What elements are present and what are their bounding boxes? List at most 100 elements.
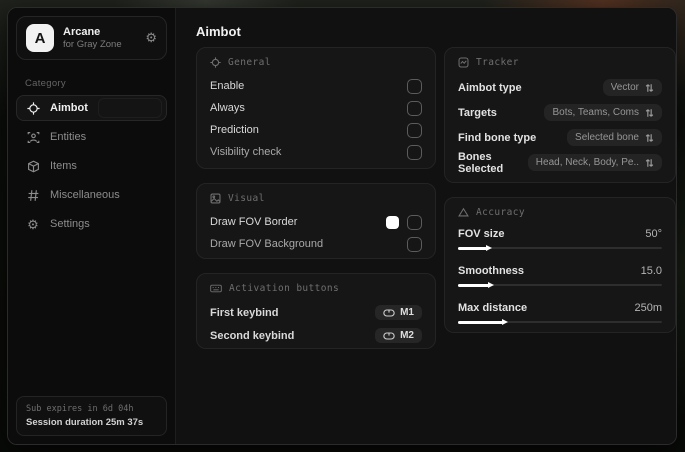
sidebar-item-aimbot[interactable]: Aimbot bbox=[16, 95, 167, 121]
keyboard-icon bbox=[210, 284, 222, 293]
sidebar-item-label: Aimbot bbox=[50, 102, 88, 114]
setting-label: Aimbot type bbox=[458, 81, 522, 94]
app-subtitle: for Gray Zone bbox=[63, 38, 122, 50]
sidebar-item-miscellaneous[interactable]: Miscellaneous bbox=[16, 182, 167, 208]
section-title: Activation buttons bbox=[229, 283, 340, 294]
setting-label: Smoothness bbox=[458, 265, 525, 277]
fov-size-slider[interactable] bbox=[458, 243, 662, 253]
keybind-row: First keybind M1 bbox=[210, 301, 422, 324]
first-keybind-button[interactable]: M1 bbox=[375, 305, 422, 320]
setting-label: Targets bbox=[458, 106, 497, 119]
general-card: General Enable Always Prediction Visibil… bbox=[196, 47, 436, 169]
visual-card: Visual Draw FOV Border Draw FOV Backgrou… bbox=[196, 183, 436, 259]
slider-row: Max distance 250m bbox=[458, 299, 662, 327]
draw-fov-border-checkbox[interactable] bbox=[407, 214, 422, 230]
session-duration: Session duration 25m 37s bbox=[26, 417, 144, 428]
hash-icon bbox=[26, 188, 40, 202]
setting-label: Visibility check bbox=[210, 146, 282, 158]
mouse-icon bbox=[383, 308, 395, 317]
setting-row: Draw FOV Border bbox=[210, 211, 422, 233]
dropdown-row: Bones Selected Head, Neck, Body, Pe.. bbox=[458, 150, 662, 175]
app-name: Arcane bbox=[63, 25, 101, 38]
slider-value: 15.0 bbox=[640, 265, 662, 277]
dropdown-row: Aimbot type Vector bbox=[458, 75, 662, 100]
app-logo: A bbox=[26, 24, 54, 52]
slider-thumb[interactable] bbox=[501, 318, 508, 325]
box-icon bbox=[26, 159, 40, 173]
slider-row: Smoothness 15.0 bbox=[458, 262, 662, 290]
setting-label: Bones Selected bbox=[458, 150, 504, 175]
draw-fov-background-checkbox[interactable] bbox=[407, 236, 422, 252]
setting-row: Visibility check bbox=[210, 141, 422, 163]
sidebar-item-label: Miscellaneous bbox=[50, 189, 120, 201]
visibility-check-checkbox[interactable] bbox=[407, 144, 422, 160]
find-bone-type-dropdown[interactable]: Selected bone bbox=[567, 129, 662, 146]
swap-vertical-icon bbox=[645, 158, 654, 167]
targets-dropdown[interactable]: Bots, Teams, Coms bbox=[544, 104, 662, 121]
setting-label: Draw FOV Background bbox=[210, 238, 324, 250]
always-checkbox[interactable] bbox=[407, 100, 422, 116]
person-scan-icon bbox=[26, 130, 40, 144]
setting-row: Enable bbox=[210, 75, 422, 97]
gear-icon: ⚙ bbox=[27, 216, 39, 232]
section-title: General bbox=[228, 57, 271, 68]
setting-row: Draw FOV Background bbox=[210, 233, 422, 255]
accuracy-card: Accuracy FOV size 50° Smoothness 15.0 Ma… bbox=[444, 197, 676, 333]
image-icon bbox=[210, 193, 221, 204]
aimbot-type-dropdown[interactable]: Vector bbox=[602, 79, 662, 96]
main-panel: Aimbot General Enable Always Prediction … bbox=[176, 8, 676, 444]
setting-label: Prediction bbox=[210, 124, 259, 136]
gear-icon[interactable]: ⚙ bbox=[145, 30, 157, 46]
slider-value: 50° bbox=[645, 228, 662, 240]
setting-label: Enable bbox=[210, 80, 245, 92]
crosshair-icon bbox=[26, 101, 40, 115]
cheat-menu-window: A Arcane for Gray Zone ⚙ Category Aimbot bbox=[7, 7, 677, 445]
sidebar-item-items[interactable]: Items bbox=[16, 153, 167, 179]
setting-label: FOV size bbox=[458, 228, 505, 240]
page-title: Aimbot bbox=[196, 24, 241, 39]
setting-label: First keybind bbox=[210, 306, 279, 319]
section-title: Visual bbox=[228, 193, 265, 204]
activity-icon bbox=[458, 57, 469, 68]
slider-row: FOV size 50° bbox=[458, 225, 662, 253]
slider-thumb[interactable] bbox=[487, 281, 494, 288]
sub-expiry: Sub expires in 6d 04h bbox=[26, 404, 134, 414]
sidebar-item-settings[interactable]: ⚙ Settings bbox=[16, 211, 167, 237]
setting-label: Find bone type bbox=[458, 131, 537, 144]
tracker-card: Tracker Aimbot type Vector Targets Bots,… bbox=[444, 47, 676, 183]
crosshair-icon bbox=[210, 57, 221, 68]
setting-row: Always bbox=[210, 97, 422, 119]
sidebar-item-label: Entities bbox=[50, 131, 87, 143]
mouse-icon bbox=[383, 331, 395, 340]
triangle-icon bbox=[458, 207, 469, 217]
section-title: Tracker bbox=[476, 57, 519, 68]
dropdown-row: Find bone type Selected bone bbox=[458, 125, 662, 150]
sidebar-item-entities[interactable]: Entities bbox=[16, 124, 167, 150]
swap-vertical-icon bbox=[645, 108, 654, 117]
dropdown-row: Targets Bots, Teams, Coms bbox=[458, 100, 662, 125]
setting-label: Draw FOV Border bbox=[210, 216, 298, 228]
game-background: A Arcane for Gray Zone ⚙ Category Aimbot bbox=[0, 0, 685, 452]
smoothness-slider[interactable] bbox=[458, 280, 662, 290]
watermark-ghost bbox=[98, 98, 162, 118]
second-keybind-button[interactable]: M2 bbox=[375, 328, 422, 343]
swap-vertical-icon bbox=[645, 83, 654, 92]
brand-card: A Arcane for Gray Zone ⚙ bbox=[16, 16, 167, 60]
setting-label: Always bbox=[210, 102, 245, 114]
max-distance-slider[interactable] bbox=[458, 317, 662, 327]
sidebar-nav: Aimbot Entities Items Miscellaneous ⚙ Se… bbox=[8, 95, 175, 237]
swap-vertical-icon bbox=[645, 133, 654, 142]
enable-checkbox[interactable] bbox=[407, 78, 422, 94]
subscription-card: Sub expires in 6d 04h Session duration 2… bbox=[16, 396, 167, 436]
section-title: Accuracy bbox=[476, 207, 525, 218]
activation-card: Activation buttons First keybind M1 Seco… bbox=[196, 273, 436, 349]
setting-label: Max distance bbox=[458, 302, 528, 314]
slider-thumb[interactable] bbox=[485, 244, 492, 251]
bones-selected-dropdown[interactable]: Head, Neck, Body, Pe.. bbox=[527, 154, 662, 171]
keybind-row: Second keybind M2 bbox=[210, 324, 422, 347]
prediction-checkbox[interactable] bbox=[407, 122, 422, 138]
setting-row: Prediction bbox=[210, 119, 422, 141]
setting-label: Second keybind bbox=[210, 329, 295, 342]
slider-value: 250m bbox=[634, 302, 662, 314]
fov-border-color-swatch[interactable] bbox=[386, 215, 399, 229]
